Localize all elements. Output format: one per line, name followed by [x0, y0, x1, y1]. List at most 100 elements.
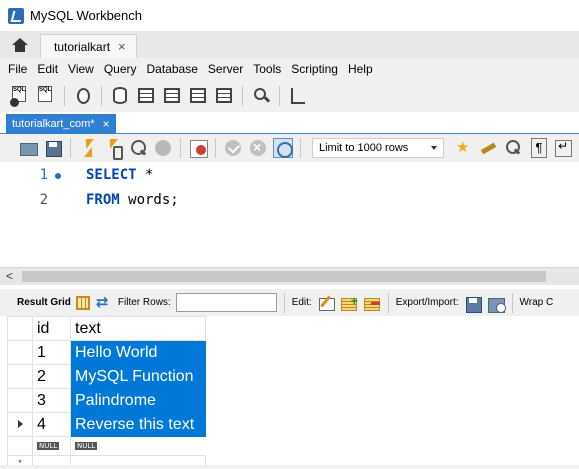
- row-header[interactable]: [7, 340, 33, 365]
- import-icon[interactable]: [487, 295, 506, 313]
- toolbar-separator: [64, 86, 65, 106]
- cell-id[interactable]: 2: [32, 364, 71, 389]
- query-tab[interactable]: tutorialkart_com* ×: [6, 114, 116, 134]
- toolbar-separator: [300, 138, 301, 158]
- toolbar-separator: [283, 292, 285, 313]
- toggle-error-icon[interactable]: [188, 138, 208, 158]
- line-number: 1: [39, 167, 48, 183]
- scroll-left-icon[interactable]: <: [6, 269, 13, 283]
- toolbar-separator: [279, 86, 280, 106]
- window-title: MySQL Workbench: [30, 8, 142, 23]
- inspector-icon[interactable]: [72, 85, 94, 107]
- sql-editor[interactable]: 1 SELECT * 2 FROM words;: [0, 162, 579, 267]
- menu-server[interactable]: Server: [203, 62, 248, 76]
- current-row-icon: [17, 419, 23, 428]
- explain-icon[interactable]: [128, 138, 148, 158]
- null-indicator-row: NULL NULL: [7, 436, 206, 456]
- cell-id[interactable]: 1: [32, 340, 71, 365]
- scrollbar-thumb[interactable]: [22, 271, 546, 282]
- code-text: FROM words;: [86, 192, 179, 208]
- table-row[interactable]: 3 Palindrome: [7, 388, 206, 413]
- cell-id[interactable]: 3: [32, 388, 71, 413]
- menu-view[interactable]: View: [63, 62, 99, 76]
- rollback-icon[interactable]: [248, 138, 268, 158]
- add-row-icon[interactable]: [340, 294, 358, 311]
- export-import-label: Export/Import:: [395, 297, 459, 308]
- menu-file[interactable]: File: [3, 62, 32, 76]
- refresh-icon[interactable]: [95, 293, 113, 311]
- table-row[interactable]: 2 MySQL Function: [7, 364, 206, 389]
- create-table-icon[interactable]: [135, 85, 157, 107]
- menu-query[interactable]: Query: [99, 62, 142, 76]
- sql-text: *: [136, 167, 154, 183]
- word-wrap-icon[interactable]: [553, 138, 573, 158]
- limit-rows-select[interactable]: Limit to 1000 rows: [312, 138, 444, 158]
- execute-icon[interactable]: [78, 138, 98, 158]
- edit-label: Edit:: [291, 297, 312, 308]
- delete-row-icon[interactable]: [363, 295, 381, 311]
- new-sql-tab-icon[interactable]: SQL: [9, 85, 31, 107]
- search-table-data-icon[interactable]: [250, 85, 272, 107]
- connection-tab-label: tutorialkart: [54, 39, 111, 54]
- stop-icon[interactable]: [153, 138, 173, 158]
- toolbar-separator: [101, 86, 102, 106]
- null-cell: NULL: [32, 436, 71, 456]
- wrap-cell-content-label[interactable]: Wrap C: [520, 297, 554, 308]
- reconnect-icon[interactable]: [287, 85, 309, 107]
- result-grid-tab[interactable]: Result Grid: [17, 297, 71, 308]
- main-toolbar: SQL SQL: [0, 80, 579, 112]
- close-icon[interactable]: ×: [103, 117, 110, 131]
- cell-text[interactable]: Hello World: [70, 340, 206, 365]
- open-file-icon[interactable]: [18, 138, 38, 158]
- table-row[interactable]: 1 Hello World: [7, 340, 206, 365]
- sql-editor-toolbar: Limit to 1000 rows: [0, 134, 579, 162]
- beautify-icon[interactable]: [478, 138, 498, 158]
- row-header: [7, 436, 33, 456]
- query-tab-label: tutorialkart_com*: [12, 118, 95, 130]
- save-icon[interactable]: [43, 138, 63, 158]
- code-text: SELECT *: [86, 167, 153, 183]
- export-icon[interactable]: [464, 295, 482, 313]
- column-header-text[interactable]: text: [70, 316, 206, 341]
- filter-rows-label: Filter Rows:: [117, 297, 171, 308]
- row-header[interactable]: [7, 388, 33, 413]
- edit-row-icon[interactable]: [317, 295, 335, 311]
- create-procedure-icon[interactable]: [187, 85, 209, 107]
- menu-edit[interactable]: Edit: [32, 62, 63, 76]
- cell-text[interactable]: Reverse this text: [70, 412, 206, 437]
- menu-tools[interactable]: Tools: [248, 62, 286, 76]
- add-snippet-icon[interactable]: [453, 138, 473, 158]
- title-bar: MySQL Workbench: [0, 0, 579, 31]
- filter-rows-input[interactable]: [175, 293, 277, 312]
- toolbar-separator: [242, 86, 243, 106]
- execute-current-statement-icon[interactable]: [103, 138, 123, 160]
- find-icon[interactable]: [503, 138, 523, 158]
- connection-tab-bar: tutorialkart ×: [0, 31, 579, 58]
- cell-text[interactable]: Palindrome: [70, 388, 206, 413]
- editor-horizontal-scrollbar[interactable]: <: [0, 267, 579, 285]
- invisible-chars-icon[interactable]: [528, 138, 548, 158]
- close-icon[interactable]: ×: [118, 39, 126, 54]
- row-header[interactable]: [7, 364, 33, 389]
- connection-tab[interactable]: tutorialkart ×: [40, 34, 137, 58]
- create-schema-icon[interactable]: [109, 85, 131, 107]
- cell-text[interactable]: MySQL Function: [70, 364, 206, 389]
- cell-id[interactable]: 4: [32, 412, 71, 437]
- column-header-id[interactable]: id: [32, 316, 71, 341]
- null-badge: NULL: [75, 441, 98, 450]
- result-grid-icon[interactable]: [75, 295, 90, 310]
- home-tab[interactable]: [0, 31, 40, 58]
- line-number: 2: [39, 192, 48, 208]
- menu-database[interactable]: Database: [142, 62, 203, 76]
- commit-icon[interactable]: [223, 138, 243, 158]
- header-row: id text: [7, 316, 206, 341]
- autocommit-icon[interactable]: [273, 138, 293, 158]
- menu-scripting[interactable]: Scripting: [286, 62, 343, 76]
- menu-help[interactable]: Help: [343, 62, 378, 76]
- row-header[interactable]: [7, 412, 33, 437]
- open-sql-script-icon[interactable]: SQL: [35, 85, 57, 107]
- table-row[interactable]: 4 Reverse this text: [7, 412, 206, 437]
- create-function-icon[interactable]: [213, 85, 235, 107]
- create-view-icon[interactable]: [161, 85, 183, 107]
- query-tab-bar: tutorialkart_com* ×: [0, 112, 579, 134]
